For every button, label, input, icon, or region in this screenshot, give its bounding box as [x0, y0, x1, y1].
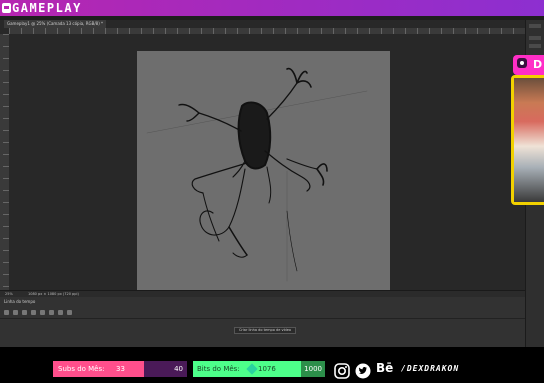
subs-goal-bar: Subs do Mês: 33 40 — [53, 361, 187, 377]
document-tab[interactable]: Gameplay1 @ 25% (Camada 13 cópia, RGB/8)… — [4, 20, 107, 28]
webcam-header-text: D — [533, 58, 543, 71]
webcam-overlay: D — [511, 55, 544, 205]
timeline-controls — [4, 310, 72, 316]
transition-icon[interactable] — [58, 310, 63, 315]
camera-icon — [517, 58, 527, 68]
webcam-frame — [511, 75, 544, 205]
webcam-header: D — [513, 55, 544, 75]
stats-bar: Subs do Mês: 33 40 Bits do Mês: 1076 100… — [0, 347, 544, 383]
webcam-video — [514, 78, 544, 202]
subs-count: 33 — [116, 365, 125, 373]
timeline-title: Linha do tempo — [4, 299, 36, 304]
first-frame-icon[interactable] — [4, 310, 9, 315]
subs-label: Subs do Mês: — [58, 365, 105, 373]
bits-label: Bits do Mês: — [197, 365, 240, 373]
panel-tab[interactable] — [529, 36, 541, 40]
timeline-panel: Linha do tempo Criar linha do tempo de v… — [0, 297, 525, 347]
timeline-divider — [0, 318, 525, 319]
twitter-icon — [355, 363, 371, 379]
status-bar: 25% 1080 px × 1080 px (720 ppi) — [0, 290, 525, 297]
prev-frame-icon[interactable] — [13, 310, 18, 315]
bits-goal: 1000 — [304, 365, 322, 373]
bits-count: 1076 — [258, 365, 276, 373]
play-icon[interactable] — [22, 310, 27, 315]
split-icon[interactable] — [67, 310, 72, 315]
panel-tab[interactable] — [529, 44, 541, 48]
behance-icon: Bē — [376, 361, 394, 375]
top-banner: GAMEPLAY — [0, 0, 544, 16]
settings-icon[interactable] — [49, 310, 54, 315]
vertical-ruler — [0, 34, 9, 305]
social-handle: /DEXDRAKON — [401, 364, 460, 373]
drawing-canvas[interactable] — [137, 51, 390, 305]
panel-tab[interactable] — [529, 24, 541, 28]
bits-goal-bar: Bits do Mês: 1076 1000 — [193, 361, 325, 377]
audio-icon[interactable] — [40, 310, 45, 315]
subs-goal: 40 — [174, 365, 183, 373]
banner-title: GAMEPLAY — [12, 1, 82, 15]
instagram-icon — [334, 363, 350, 379]
controller-icon — [2, 3, 11, 13]
sketch-illustration — [146, 67, 368, 282]
photoshop-window: Gameplay1 @ 25% (Camada 13 cópia, RGB/8)… — [0, 16, 544, 347]
next-frame-icon[interactable] — [31, 310, 36, 315]
create-timeline-button[interactable]: Criar linha do tempo de vídeo — [234, 327, 296, 334]
